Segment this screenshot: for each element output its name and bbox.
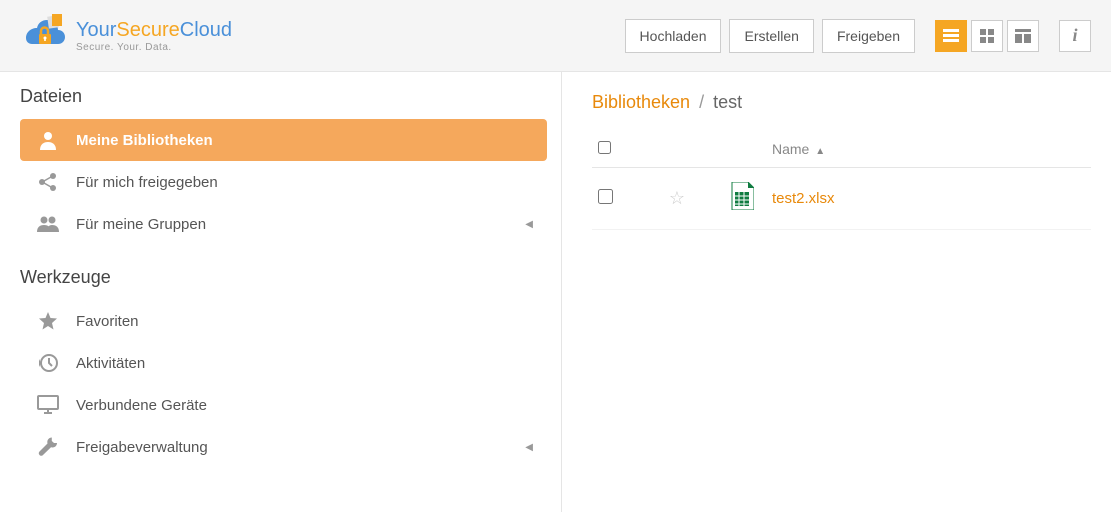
sidebar-item-connected-devices[interactable]: Verbundene Geräte (20, 384, 547, 426)
share-icon (34, 171, 62, 193)
cloud-lock-icon (20, 12, 68, 60)
row-checkbox[interactable] (598, 189, 613, 204)
info-button[interactable]: i (1059, 20, 1091, 52)
sort-asc-icon: ▲ (815, 146, 825, 157)
sidebar-item-label: Freigabeverwaltung (76, 439, 208, 456)
collapse-arrow-icon: ◀ (525, 442, 533, 453)
sidebar-item-activities[interactable]: Aktivitäten (20, 342, 547, 384)
sidebar-item-share-management[interactable]: Freigabeverwaltung ◀ (20, 426, 547, 468)
share-button[interactable]: Freigeben (822, 19, 915, 53)
file-name-link[interactable]: test2.xlsx (772, 190, 835, 207)
sidebar-item-shared-with-me[interactable]: Für mich freigegeben (20, 161, 547, 203)
sidebar-item-favorites[interactable]: Favoriten (20, 300, 547, 342)
history-icon (34, 352, 62, 374)
breadcrumb-root[interactable]: Bibliotheken (592, 92, 690, 112)
sidebar-item-my-groups[interactable]: Für meine Gruppen ◀ (20, 203, 547, 245)
person-icon (34, 129, 62, 151)
favorite-star-icon[interactable]: ☆ (669, 188, 685, 208)
sort-by-name[interactable]: Name ▲ (772, 141, 1091, 157)
logo-title: YourSecureCloud (76, 19, 232, 42)
monitor-icon (34, 394, 62, 416)
wrench-icon (34, 436, 62, 458)
view-grid-button[interactable] (971, 20, 1003, 52)
breadcrumb-current: test (713, 92, 742, 112)
breadcrumb-separator: / (699, 92, 704, 112)
create-button[interactable]: Erstellen (729, 19, 813, 53)
xlsx-file-icon (730, 182, 754, 210)
sidebar-item-label: Für meine Gruppen (76, 216, 206, 233)
sidebar-item-label: Favoriten (76, 313, 139, 330)
column-name-header: Name (772, 141, 809, 157)
upload-button[interactable]: Hochladen (625, 19, 722, 53)
sidebar-item-label: Aktivitäten (76, 355, 145, 372)
app-logo[interactable]: YourSecureCloud Secure. Your. Data. (20, 12, 232, 60)
view-columns-button[interactable] (1007, 20, 1039, 52)
breadcrumb: Bibliotheken / test (592, 92, 1091, 113)
view-list-button[interactable] (935, 20, 967, 52)
sidebar-item-label: Verbundene Geräte (76, 397, 207, 414)
sidebar-item-label: Meine Bibliotheken (76, 132, 213, 149)
sidebar-tools-title: Werkzeuge (20, 267, 547, 288)
sidebar-files-title: Dateien (20, 86, 547, 107)
logo-tagline: Secure. Your. Data. (76, 42, 232, 53)
sidebar-item-label: Für mich freigegeben (76, 174, 218, 191)
group-icon (34, 213, 62, 235)
select-all-checkbox[interactable] (598, 141, 611, 154)
star-icon (34, 310, 62, 332)
table-row[interactable]: ☆ test2.xlsx (592, 168, 1091, 230)
sidebar-item-my-libraries[interactable]: Meine Bibliotheken (20, 119, 547, 161)
collapse-arrow-icon: ◀ (525, 219, 533, 230)
